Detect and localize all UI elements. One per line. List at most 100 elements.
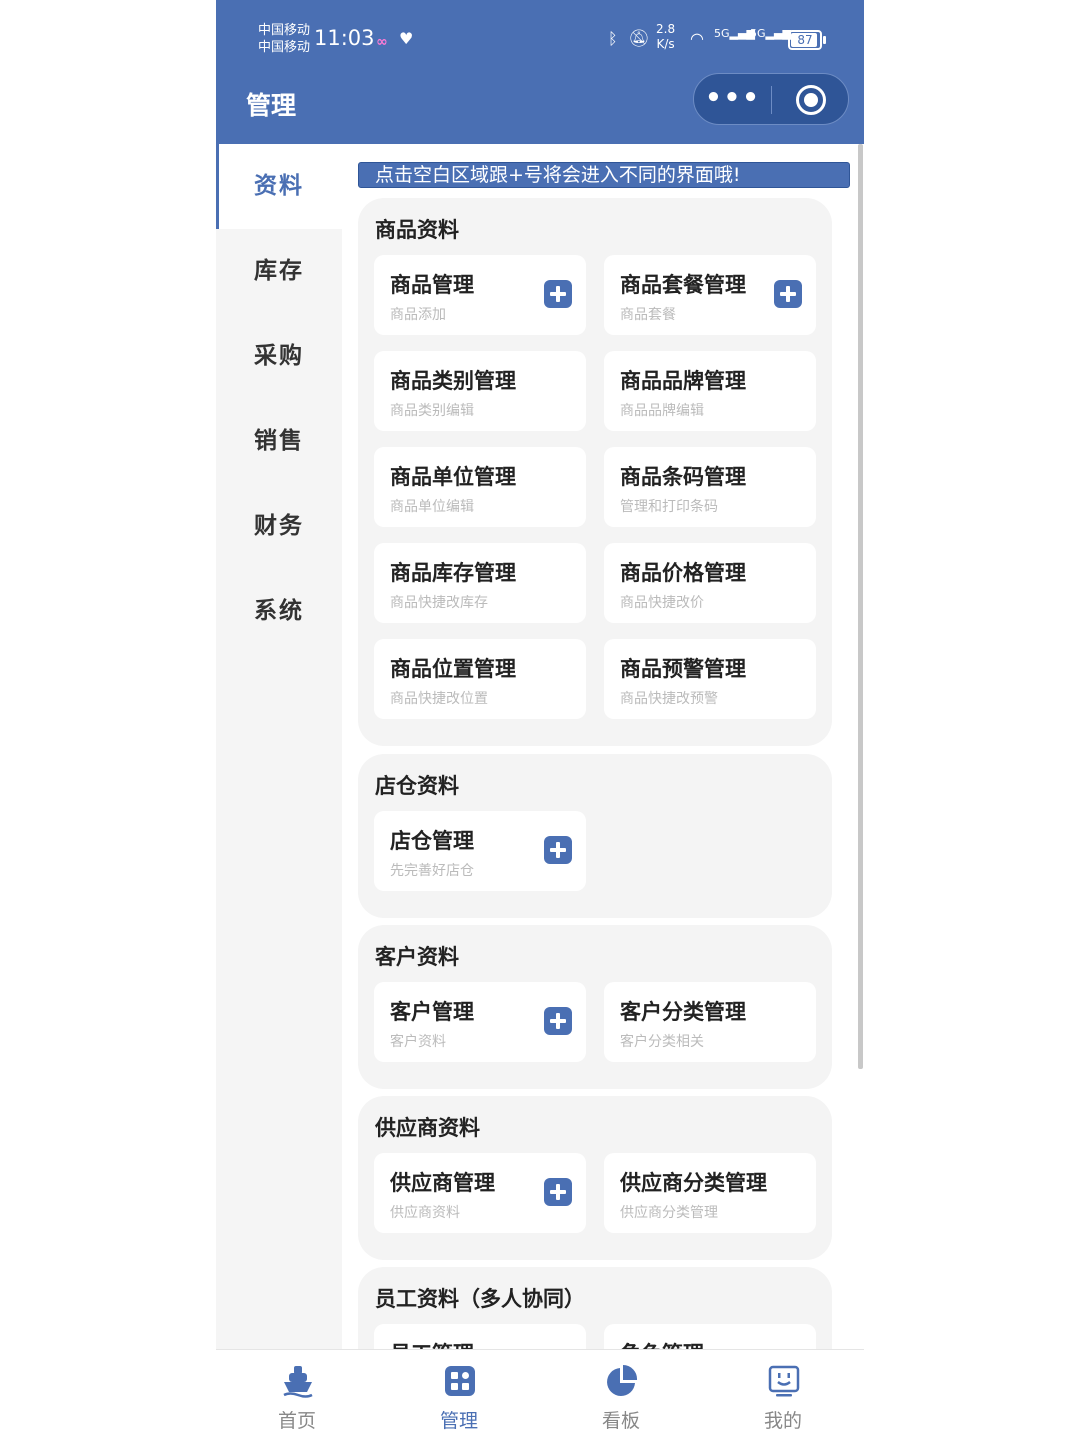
- section-title: 员工资料（多人协同）: [375, 1287, 585, 1311]
- menu-card[interactable]: 商品套餐管理商品套餐: [604, 255, 816, 335]
- bluetooth-icon: ᛒ: [608, 29, 618, 48]
- menu-card[interactable]: 供应商管理供应商资料: [374, 1153, 586, 1233]
- sidebar-item[interactable]: 采购: [216, 314, 342, 399]
- menu-card[interactable]: 商品库存管理 商品快捷改库存: [374, 543, 586, 623]
- card-subtitle: 商品套餐: [620, 307, 676, 323]
- more-dots-icon[interactable]: •••: [694, 74, 772, 126]
- plus-icon[interactable]: [544, 280, 572, 308]
- section-panel: 店仓资料店仓管理先完善好店仓: [358, 754, 832, 918]
- heart-shield-icon: ♥: [399, 29, 414, 48]
- card-subtitle: 商品单位编辑: [390, 499, 474, 515]
- card-subtitle: 商品类别编辑: [390, 403, 474, 419]
- grid-icon: [444, 1364, 476, 1398]
- menu-card[interactable]: 供应商分类管理 供应商分类管理: [604, 1153, 816, 1233]
- category-sidebar: 资料 库存 采购 销售 财务 系统: [216, 144, 342, 1349]
- plus-icon[interactable]: [774, 280, 802, 308]
- card-title: 客户分类管理: [620, 1000, 746, 1024]
- signal-5g-1: 5G▂▄▆: [714, 27, 755, 40]
- close-target-icon[interactable]: [796, 85, 826, 115]
- card-subtitle: 管理和打印条码: [620, 499, 718, 515]
- tab-label: 看板: [601, 1410, 640, 1432]
- menu-card[interactable]: 商品预警管理商品快捷改预警: [604, 639, 816, 719]
- battery-icon: 87: [788, 30, 826, 50]
- card-title: 供应商分类管理: [620, 1171, 767, 1195]
- section-title: 供应商资料: [375, 1116, 480, 1140]
- menu-card[interactable]: 商品价格管理商品快捷改价: [604, 543, 816, 623]
- card-title: 商品条码管理: [620, 465, 746, 489]
- scrollbar[interactable]: [858, 144, 863, 1069]
- tab-item[interactable]: 管理: [378, 1350, 540, 1439]
- monitor-face-icon: [768, 1364, 800, 1398]
- menu-card[interactable]: 员工管理: [374, 1324, 586, 1349]
- card-title: 店仓管理: [390, 829, 474, 853]
- pie-chart-icon: [606, 1364, 638, 1398]
- card-subtitle: 先完善好店仓: [390, 863, 474, 879]
- sidebar-item[interactable]: 库存: [216, 229, 342, 314]
- section-title: 商品资料: [375, 218, 459, 242]
- card-subtitle: 商品品牌编辑: [620, 403, 704, 419]
- sidebar-item[interactable]: 财务: [216, 484, 342, 569]
- plus-icon[interactable]: [544, 1007, 572, 1035]
- sidebar-item[interactable]: 系统: [216, 569, 342, 654]
- menu-card[interactable]: 商品品牌管理商品品牌编辑: [604, 351, 816, 431]
- page-title: 管理: [246, 91, 297, 120]
- menu-card[interactable]: 客户分类管理客户分类相关: [604, 982, 816, 1062]
- card-title: 角色管理: [620, 1338, 704, 1349]
- menu-card[interactable]: 店仓管理先完善好店仓: [374, 811, 586, 891]
- main-content[interactable]: 点击空白区域跟+号将会进入不同的界面哦! 商品资料 商品管理 商品添加 商品套餐管理商…: [342, 144, 864, 1349]
- card-subtitle: 商品快捷改库存: [390, 595, 488, 611]
- app-header: 中国移动 中国移动 11:03 ∞ ♥ ᛒ 🔕︎ 2.8 K/s ◠ 5G▂▄▆…: [216, 0, 864, 144]
- menu-card[interactable]: 商品条码管理管理和打印条码: [604, 447, 816, 527]
- card-title: 员工管理: [390, 1338, 474, 1349]
- network-speed: 2.8 K/s: [656, 22, 676, 51]
- tab-label: 我的: [763, 1410, 802, 1432]
- card-title: 商品管理: [390, 273, 474, 297]
- ship-icon: [282, 1364, 314, 1398]
- card-subtitle: 商品快捷改位置: [390, 691, 488, 707]
- card-subtitle: 客户分类相关: [620, 1034, 704, 1050]
- section-panel: 员工资料（多人协同） 员工管理 角色管理: [358, 1267, 832, 1349]
- bottom-tabbar: 首页 管理 看板 我的: [216, 1349, 864, 1439]
- tab-label: 管理: [439, 1410, 478, 1432]
- sidebar-item[interactable]: 销售: [216, 399, 342, 484]
- sidebar-item[interactable]: 资料: [216, 144, 342, 229]
- tab-item[interactable]: 首页: [216, 1350, 378, 1439]
- wifi-icon: ◠: [690, 29, 704, 48]
- menu-card[interactable]: 角色管理: [604, 1324, 816, 1349]
- clock: 11:03: [314, 26, 375, 50]
- section-title: 客户资料: [375, 945, 459, 969]
- plus-icon[interactable]: [544, 1178, 572, 1206]
- card-title: 商品位置管理: [390, 657, 516, 681]
- card-subtitle: 商品添加: [390, 307, 446, 323]
- card-title: 客户管理: [390, 1000, 474, 1024]
- card-title: 商品单位管理: [390, 465, 516, 489]
- plus-icon[interactable]: [544, 836, 572, 864]
- section-title: 店仓资料: [375, 774, 459, 798]
- status-bar: 中国移动 中国移动 11:03 ∞ ♥ ᛒ 🔕︎ 2.8 K/s ◠ 5G▂▄▆…: [216, 0, 864, 70]
- phone-screen: 中国移动 中国移动 11:03 ∞ ♥ ᛒ 🔕︎ 2.8 K/s ◠ 5G▂▄▆…: [216, 0, 864, 1439]
- card-title: 商品预警管理: [620, 657, 746, 681]
- menu-card[interactable]: 商品类别管理商品类别编辑: [374, 351, 586, 431]
- card-title: 商品品牌管理: [620, 369, 746, 393]
- section-panel: 供应商资料 供应商管理 供应商资料 供应商分类管理 供应商分类管理: [358, 1096, 832, 1260]
- tab-item[interactable]: 我的: [702, 1350, 864, 1439]
- mute-bell-icon: 🔕︎: [628, 29, 650, 49]
- card-title: 商品套餐管理: [620, 273, 746, 297]
- card-subtitle: 供应商资料: [390, 1205, 460, 1221]
- notice-banner: 点击空白区域跟+号将会进入不同的界面哦!: [358, 162, 850, 188]
- menu-card[interactable]: 商品位置管理商品快捷改位置: [374, 639, 586, 719]
- card-subtitle: 商品快捷改预警: [620, 691, 718, 707]
- card-title: 商品价格管理: [620, 561, 746, 585]
- tab-item[interactable]: 看板: [540, 1350, 702, 1439]
- menu-card[interactable]: 商品管理 商品添加: [374, 255, 586, 335]
- carrier-label: 中国移动 中国移动: [258, 23, 311, 55]
- card-subtitle: 商品快捷改价: [620, 595, 704, 611]
- menu-card[interactable]: 商品单位管理商品单位编辑: [374, 447, 586, 527]
- card-title: 供应商管理: [390, 1171, 495, 1195]
- menu-card[interactable]: 客户管理 客户资料: [374, 982, 586, 1062]
- infinity-icon: ∞: [376, 34, 388, 50]
- tab-label: 首页: [277, 1410, 316, 1432]
- card-title: 商品类别管理: [390, 369, 516, 393]
- mini-program-capsule: •••: [693, 73, 849, 125]
- signal-5g-2: 5G▂▄▆: [750, 27, 791, 40]
